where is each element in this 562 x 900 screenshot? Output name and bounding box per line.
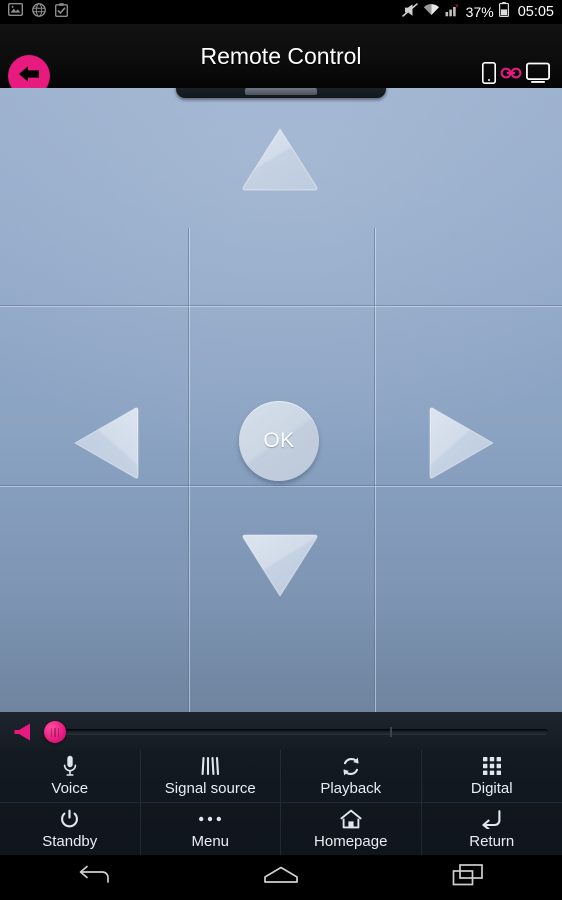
function-label: Menu [191,833,230,851]
android-home-icon [263,865,299,890]
dpad-left-button[interactable] [72,406,140,480]
up-arrow-icon [240,126,320,192]
page-title: Remote Control [200,42,362,69]
dpad-up-button[interactable] [240,126,320,192]
cell-signal-error-icon: x [445,3,461,22]
android-back-icon [77,864,111,891]
dpad-down-button[interactable] [240,533,320,599]
dpad-ok-button[interactable]: OK [239,401,319,481]
function-label: Return [469,833,515,851]
playback-refresh-icon [341,755,361,777]
power-icon [60,808,79,830]
signal-source-icon [200,755,220,777]
more-dots-icon [198,808,222,830]
function-button-return[interactable]: Return [422,803,562,856]
gallery-icon [7,2,24,21]
function-label: Digital [470,780,513,798]
function-label: Playback [320,780,382,798]
link-icon [500,66,522,85]
home-icon [340,808,362,830]
volume-slider-thumb[interactable] [44,721,66,743]
dpad-right-button[interactable] [428,406,496,480]
drawer-handle[interactable] [176,88,386,98]
thumb-grip-line [54,727,56,737]
speaker-icon[interactable] [12,722,34,747]
function-button-grid: Voice Signal source Playback Digital Sta… [0,750,562,855]
function-label: Signal source [164,780,256,798]
silent-mode-icon [401,2,418,22]
grid-line-horizontal-bottom [0,485,562,487]
android-nav-bar [0,855,562,900]
tv-icon [525,62,551,89]
drawer-grip-icon [245,88,317,95]
function-label: Homepage [314,833,388,851]
function-button-digital[interactable]: Digital [421,750,562,803]
right-arrow-icon [428,406,496,480]
android-home-button[interactable] [236,855,326,900]
function-button-signal-source[interactable]: Signal source [140,750,281,803]
thumb-grip-line [50,727,53,737]
volume-slider-marker [390,727,392,737]
function-label: Voice [51,780,89,798]
volume-slider-track[interactable] [58,729,548,735]
status-bar-system: x 37% 05:05 [401,2,554,22]
title-bar: Remote Control [0,24,562,97]
android-recents-icon [452,864,484,891]
browser-globe-icon [32,2,46,22]
grid-line-horizontal-top [0,305,562,307]
keypad-grid-icon [482,755,502,777]
volume-bar [0,712,562,750]
function-label: Standby [42,833,98,851]
function-button-playback[interactable]: Playback [281,750,422,803]
remote-control-screen: x 37% 05:05 Remote Control OK Voice Sign… [0,0,562,900]
function-button-homepage[interactable]: Homepage [281,802,422,855]
phone-icon [482,62,496,89]
ok-label: OK [263,429,295,452]
status-bar: x 37% 05:05 [0,0,562,24]
clock-label: 05:05 [517,3,554,20]
grid-line-vertical-right [374,228,376,712]
status-bar-notifications [7,2,69,22]
microphone-icon [63,755,77,777]
svg-text:x: x [455,3,458,9]
android-recents-button[interactable] [423,855,513,900]
battery-percent-label: 37% [465,4,494,20]
function-button-menu[interactable]: Menu [141,802,281,855]
connection-indicator[interactable] [482,62,551,89]
down-arrow-icon [240,533,320,599]
wifi-icon [423,3,440,21]
dpad-panel: OK [0,88,562,712]
function-button-voice[interactable]: Voice [0,750,141,803]
battery-icon [498,2,509,22]
clipboard-check-icon [54,2,69,22]
return-arrow-icon [481,808,503,830]
thumb-grip-line [57,727,60,737]
grid-line-vertical-left [188,228,190,712]
left-arrow-icon [72,406,140,480]
function-button-standby[interactable]: Standby [0,802,141,855]
android-back-button[interactable] [49,855,139,900]
